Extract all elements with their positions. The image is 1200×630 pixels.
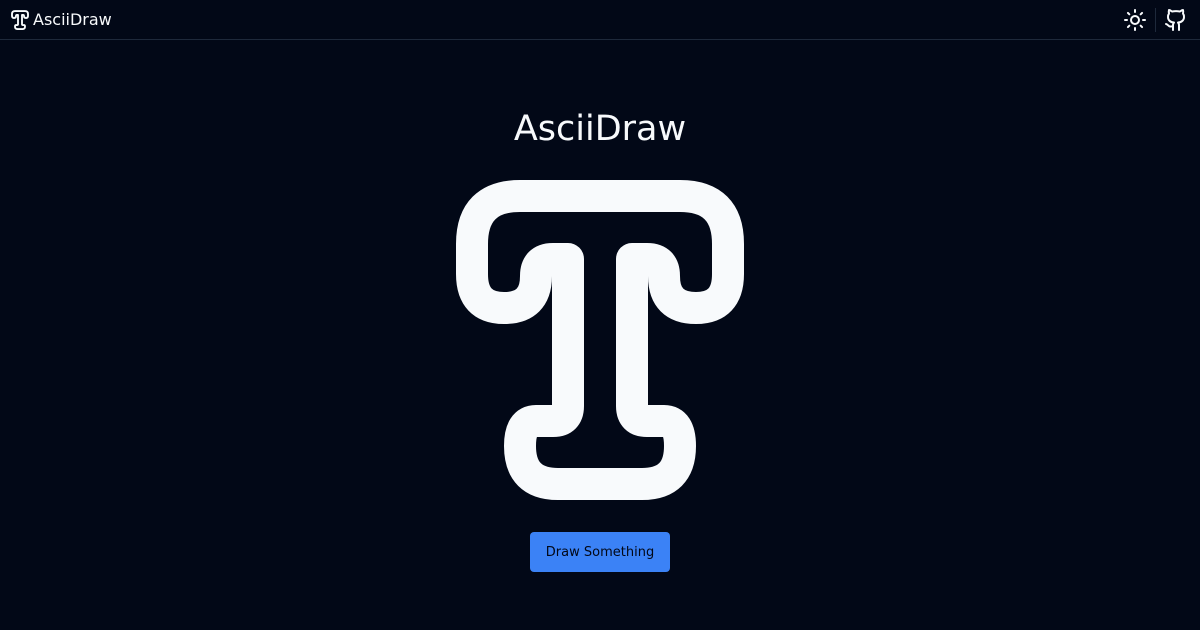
text-t-logo-icon [11,10,29,30]
draw-something-button[interactable]: Draw Something [530,532,670,572]
text-t-icon [456,180,744,500]
top-navbar: AsciiDraw [0,0,1200,40]
theme-toggle-button[interactable] [1121,6,1149,34]
github-link[interactable] [1162,6,1190,34]
brand-home-link[interactable]: AsciiDraw [9,9,112,31]
brand-name: AsciiDraw [33,10,112,29]
page-title: AsciiDraw [513,109,687,149]
header-divider [1155,8,1156,32]
header-actions [1121,6,1190,34]
github-icon [1165,9,1186,31]
sun-icon [1124,9,1146,31]
